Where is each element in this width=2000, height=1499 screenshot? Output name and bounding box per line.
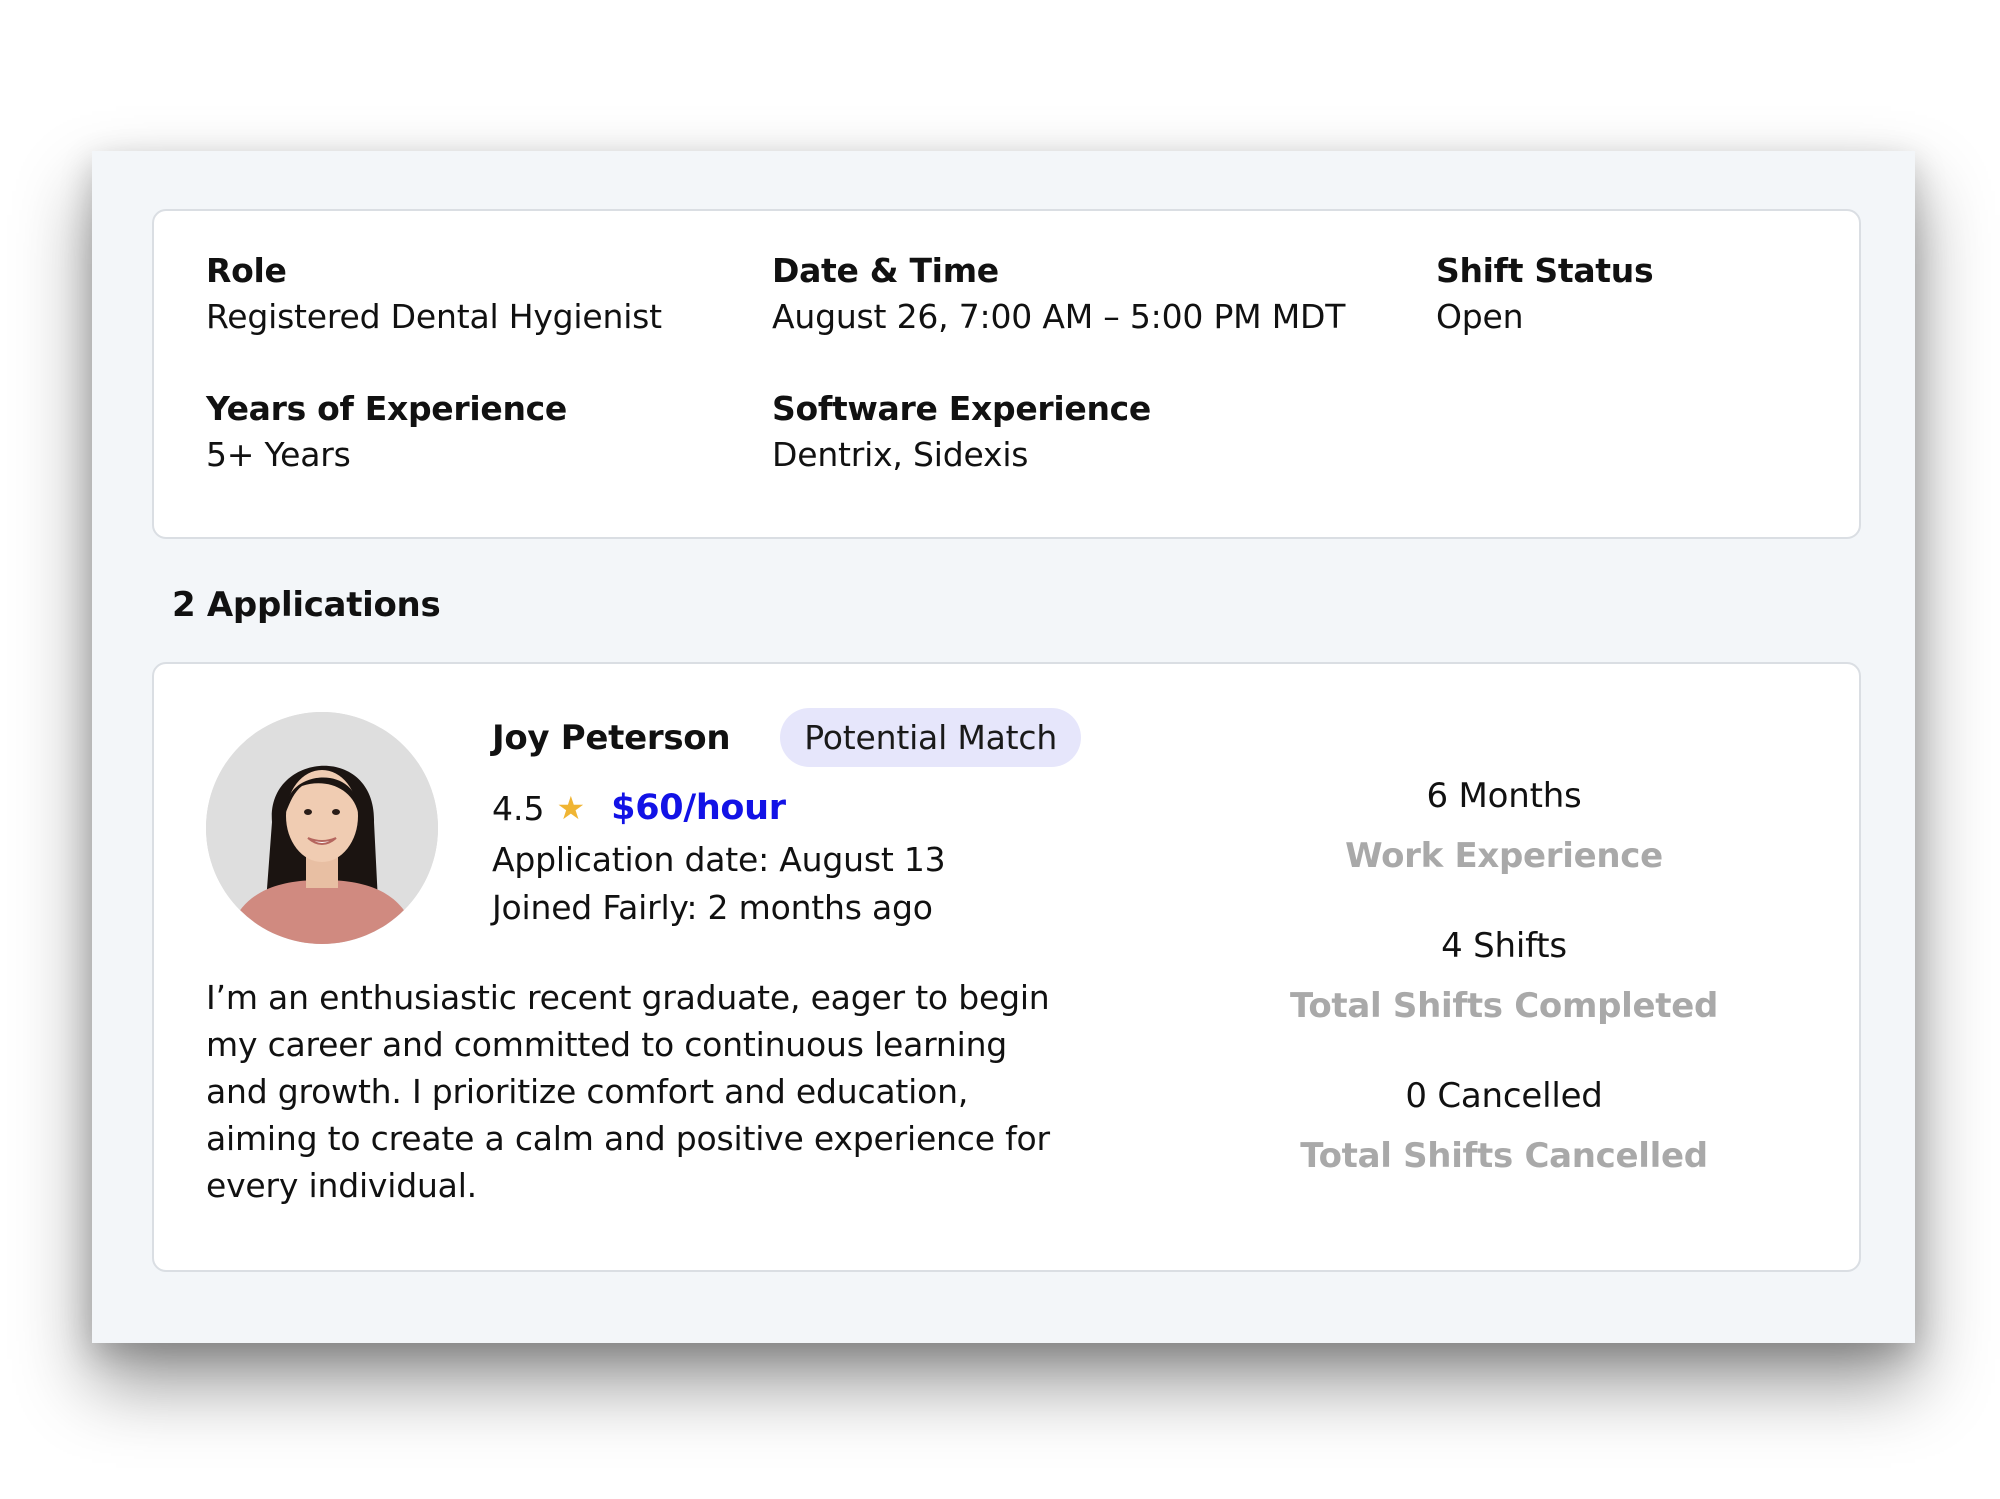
role-field: Role Registered Dental Hygienist (206, 251, 662, 339)
stat-value: 4 Shifts (1441, 926, 1567, 966)
stat-value: 0 Cancelled (1405, 1076, 1603, 1116)
years-experience-field: Years of Experience 5+ Years (206, 389, 567, 477)
applicant-bio: I’m an enthusiastic recent graduate, eag… (206, 978, 1050, 1205)
avatar-photo (206, 712, 438, 944)
application-date: Application date: August 13 (492, 840, 946, 879)
shift-status-label: Shift Status (1436, 251, 1654, 290)
hourly-rate: $60/hour (611, 788, 786, 828)
stat-value: 6 Months (1426, 776, 1582, 816)
software-experience-field: Software Experience Dentrix, Sidexis (772, 389, 1151, 477)
shift-status-field: Shift Status Open (1436, 251, 1654, 339)
applicant-header: Joy Peterson Potential Match (492, 708, 1082, 767)
shift-status-value: Open (1436, 297, 1524, 336)
stat-shifts-completed: 4 Shifts Total Shifts Completed (1254, 926, 1754, 1026)
stat-label: Total Shifts Cancelled (1300, 1136, 1708, 1176)
software-experience-label: Software Experience (772, 389, 1152, 428)
avatar[interactable] (206, 712, 438, 944)
application-card[interactable]: Joy Peterson Potential Match 4.5 ★ $60/h… (152, 662, 1861, 1272)
date-time-field: Date & Time August 26, 7:00 AM – 5:00 PM… (772, 251, 1345, 339)
joined-date: Joined Fairly: 2 months ago (492, 888, 933, 927)
shift-detail-panel: Role Registered Dental Hygienist Date & … (92, 151, 1915, 1343)
stat-shifts-cancelled: 0 Cancelled Total Shifts Cancelled (1254, 1076, 1754, 1176)
applicant-name[interactable]: Joy Peterson (492, 718, 731, 758)
star-icon: ★ (556, 789, 586, 827)
shift-details-card: Role Registered Dental Hygienist Date & … (152, 209, 1861, 539)
rating-value: 4.5 (492, 788, 545, 828)
software-experience-value: Dentrix, Sidexis (772, 435, 1029, 474)
years-experience-value: 5+ Years (206, 435, 351, 474)
stat-label: Total Shifts Completed (1289, 986, 1719, 1026)
date-time-label: Date & Time (772, 251, 999, 290)
stat-work-experience: 6 Months Work Experience (1254, 776, 1754, 876)
applications-heading: 2 Applications (172, 585, 441, 625)
role-value: Registered Dental Hygienist (206, 297, 662, 336)
rating-row: 4.5 ★ $60/hour (492, 788, 786, 828)
date-time-value: August 26, 7:00 AM – 5:00 PM MDT (772, 297, 1346, 336)
years-experience-label: Years of Experience (206, 389, 567, 428)
potential-match-badge: Potential Match (780, 708, 1082, 767)
stat-label: Work Experience (1345, 836, 1663, 876)
role-label: Role (206, 251, 287, 290)
